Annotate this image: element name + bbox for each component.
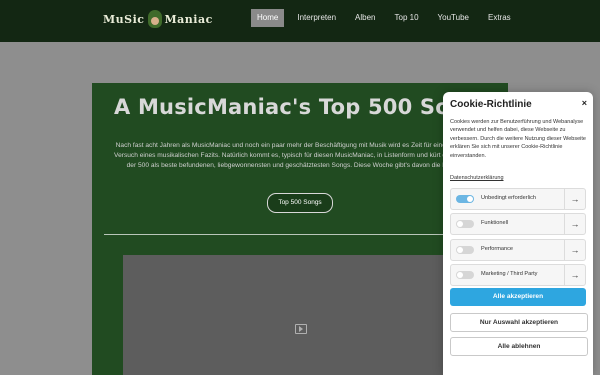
nav-youtube[interactable]: YouTube: [432, 9, 475, 27]
category-functional: Funktionell →: [450, 213, 586, 236]
nav-extras[interactable]: Extras: [482, 9, 517, 27]
privacy-policy-link[interactable]: Datenschutzerklärung: [450, 175, 504, 181]
play-icon[interactable]: [295, 324, 307, 334]
arrow-right-icon[interactable]: →: [564, 264, 585, 285]
nav-alben[interactable]: Alben: [349, 9, 381, 27]
logo-mascot-icon: [147, 10, 162, 28]
category-label: Marketing / Third Party: [481, 270, 538, 277]
arrow-right-icon[interactable]: →: [564, 189, 585, 209]
toggle-switch[interactable]: [456, 195, 474, 203]
accept-all-button[interactable]: Alle akzeptieren: [450, 288, 586, 306]
category-performance: Performance →: [450, 238, 586, 261]
top500-songs-button[interactable]: Top 500 Songs: [267, 193, 333, 213]
reject-all-button[interactable]: Alle ablehnen: [450, 337, 588, 356]
toggle-switch[interactable]: [456, 220, 474, 229]
hero-title: A MusicManiac's Top 500 Songs: [114, 95, 493, 119]
category-label: Unbedingt erforderlich: [481, 195, 537, 201]
cookie-categories: Unbedingt erforderlich → Funktionell → P…: [450, 188, 586, 289]
logo-text-left: MuSic: [103, 12, 145, 26]
accept-selection-button[interactable]: Nur Auswahl akzeptieren: [450, 313, 588, 332]
close-icon[interactable]: ×: [582, 98, 587, 108]
category-marketing: Marketing / Third Party →: [450, 263, 586, 286]
video-player[interactable]: [123, 255, 461, 375]
arrow-right-icon[interactable]: →: [564, 239, 585, 260]
divider: [104, 234, 496, 235]
cookie-title: Cookie-Richtlinie: [450, 99, 532, 110]
nav-home[interactable]: Home: [251, 9, 285, 27]
toggle-switch[interactable]: [456, 245, 474, 254]
nav-interpreten[interactable]: Interpreten: [291, 9, 342, 27]
logo-text-right: Maniac: [164, 12, 213, 26]
main-nav: Home Interpreten Alben Top 10 YouTube Ex…: [251, 9, 524, 27]
category-required: Unbedingt erforderlich →: [450, 188, 586, 210]
category-label: Performance: [481, 245, 514, 252]
category-label: Funktionell: [481, 220, 509, 227]
nav-top10[interactable]: Top 10: [389, 9, 425, 27]
toggle-switch[interactable]: [456, 270, 474, 279]
cookie-description: Cookies werden zur Benutzerführung und W…: [450, 119, 586, 159]
cookie-dialog: Cookie-Richtlinie × Cookies werden zur B…: [443, 92, 593, 375]
top-navbar: MuSic Maniac Home Interpreten Alben Top …: [0, 0, 600, 42]
arrow-right-icon[interactable]: →: [564, 214, 585, 235]
site-logo[interactable]: MuSic Maniac: [103, 10, 213, 28]
